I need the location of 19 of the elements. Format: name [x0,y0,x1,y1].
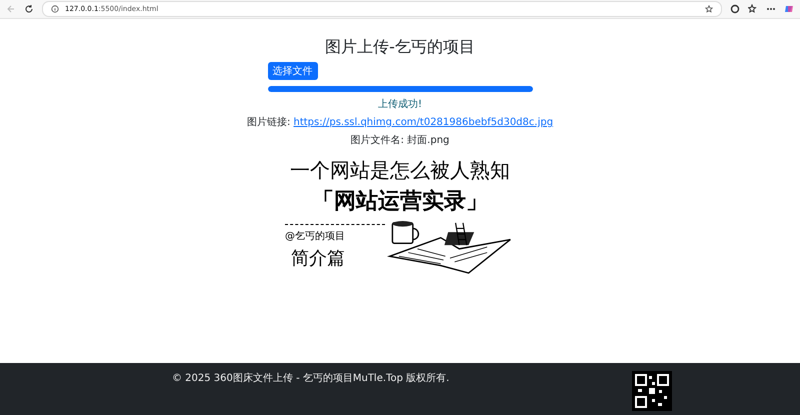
qr-code-icon [632,371,672,411]
filename-text: 封面.png [407,135,450,146]
extension-icon[interactable] [730,4,740,14]
favorites-icon[interactable] [748,4,758,14]
status-text: 上传成功! [378,98,422,111]
reload-icon[interactable] [24,4,34,14]
image-author: @乞丐的项目 [285,230,345,243]
image-subtitle: 简介篇 [291,247,345,270]
filename-label: 图片文件名: [350,135,404,146]
image-title: 「网站运营实录」 [312,188,488,216]
page-title: 图片上传-乞丐的项目 [325,37,475,58]
copyright-text: © 2025 360图床文件上传 - 乞丐的项目MuTle.Top 版权所有. [172,372,450,385]
choose-file-button[interactable]: 选择文件 [268,62,318,80]
copilot-icon[interactable] [784,4,794,14]
image-link[interactable]: https://ps.ssl.qhimg.com/t0281986bebf5d30d8c.jpg [294,117,554,128]
image-headline: 一个网站是怎么被人熟知 [290,157,510,184]
link-label: 图片链接: [246,117,290,128]
info-icon [51,5,59,13]
star-icon[interactable] [705,5,713,13]
